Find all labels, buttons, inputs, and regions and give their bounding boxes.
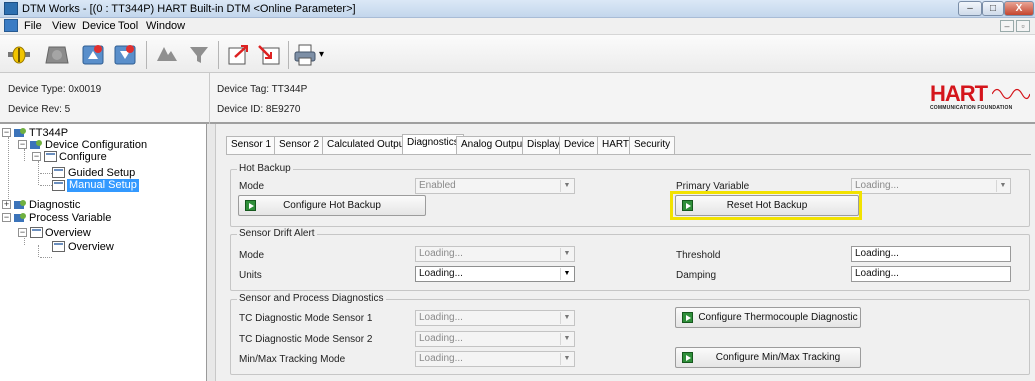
collapse-icon[interactable]: − (2, 213, 11, 222)
pane-splitter[interactable] (207, 124, 216, 381)
device-type-label: Device Type: 0x0019 (8, 84, 102, 95)
minmax-label: Min/Max Tracking Mode (239, 354, 346, 365)
drift-units-label: Units (239, 270, 262, 281)
minmax-select[interactable]: Loading... ▼ (415, 351, 575, 367)
menu-device[interactable]: Device (82, 20, 116, 32)
info-divider (209, 73, 210, 124)
tab-calculated-output[interactable]: Calculated Output (322, 136, 413, 154)
export-icon[interactable] (226, 43, 252, 67)
device-id-label: Device ID: 8E9270 (217, 104, 301, 115)
collapse-icon[interactable]: − (18, 228, 27, 237)
threshold-label: Threshold (676, 250, 721, 261)
sensor-drift-group: Sensor Drift Alert (230, 228, 1030, 291)
menu-tool[interactable]: Tool (118, 20, 138, 32)
tc2-label: TC Diagnostic Mode Sensor 2 (239, 334, 373, 345)
tc2-select[interactable]: Loading... ▼ (415, 331, 575, 347)
tab-security[interactable]: Security (629, 136, 676, 154)
device-off-icon[interactable] (186, 43, 212, 67)
chevron-down-icon: ▼ (996, 180, 1009, 192)
collapse-icon[interactable]: − (2, 128, 11, 137)
chevron-down-icon: ▼ (560, 268, 573, 280)
import-icon[interactable] (256, 43, 282, 67)
download-icon[interactable] (112, 43, 138, 67)
device-icon (14, 128, 26, 137)
tab-sensor-1[interactable]: Sensor 1 (226, 136, 277, 154)
highlight-box (670, 191, 862, 220)
toolbar-separator (218, 41, 219, 69)
chevron-down-icon: ▼ (560, 333, 573, 345)
title-bar: DTM Works - [(0 : TT344P) HART Built-in … (0, 0, 1035, 18)
mdi-document-icon (4, 19, 18, 32)
app-icon (4, 2, 18, 15)
hot-backup-mode-label: Mode (239, 181, 265, 192)
minimize-button[interactable]: – (958, 1, 982, 16)
tab-diagnostics[interactable]: Diagnostics (402, 134, 464, 155)
damping-input[interactable]: Loading... (851, 266, 1011, 282)
tab-border (226, 154, 1031, 155)
tc1-label: TC Diagnostic Mode Sensor 1 (239, 313, 373, 324)
form-icon (52, 180, 65, 191)
main-panel: Sensor 1 Sensor 2 Calculated Output Diag… (216, 124, 1035, 381)
form-icon (52, 167, 65, 178)
damping-label: Damping (676, 270, 717, 281)
form-icon (30, 227, 43, 238)
print-dropdown-icon[interactable]: ▾ (319, 49, 324, 60)
collapse-icon[interactable]: − (18, 140, 27, 149)
sensor-drift-title: Sensor Drift Alert (237, 228, 317, 239)
collapse-icon[interactable]: − (32, 152, 41, 161)
device-icon (30, 140, 42, 149)
menu-view[interactable]: View (52, 20, 76, 32)
hot-backup-title: Hot Backup (237, 163, 293, 174)
print-icon[interactable] (292, 43, 318, 67)
form-icon (52, 241, 65, 252)
configure-hot-backup-button[interactable]: Configure Hot Backup (238, 195, 426, 216)
form-icon (44, 151, 57, 162)
configure-minmax-button[interactable]: Configure Min/Max Tracking (675, 347, 861, 368)
toolbar: ▾ (0, 35, 1035, 73)
chevron-down-icon: ▼ (560, 248, 573, 260)
hot-backup-mode-select[interactable]: Enabled ▼ (415, 178, 575, 194)
menu-bar: File View Device Tool Window – ▫ (0, 18, 1035, 35)
device-tree: − TT344P − Device Configuration − Config… (0, 124, 207, 381)
chevron-down-icon: ▼ (560, 180, 573, 192)
chevron-down-icon: ▼ (560, 353, 573, 365)
hart-logo: HART COMMUNICATION FOUNDATION (930, 83, 1030, 113)
tc1-select[interactable]: Loading... ▼ (415, 310, 575, 326)
play-icon (682, 312, 693, 323)
maximize-button[interactable]: □ (982, 1, 1004, 16)
threshold-input[interactable]: Loading... (851, 246, 1011, 262)
tab-sensor-2[interactable]: Sensor 2 (274, 136, 325, 154)
menu-file[interactable]: File (24, 20, 42, 32)
tab-device[interactable]: Device (559, 136, 600, 154)
drift-mode-select[interactable]: Loading... ▼ (415, 246, 575, 262)
expand-icon[interactable]: + (2, 200, 11, 209)
drift-mode-label: Mode (239, 250, 265, 261)
disconnect-icon[interactable] (44, 43, 70, 67)
configure-thermocouple-button[interactable]: Configure Thermocouple Diagnostic (675, 307, 861, 328)
window-title: DTM Works - [(0 : TT344P) HART Built-in … (22, 3, 356, 15)
device-rev-label: Device Rev: 5 (8, 104, 71, 115)
toolbar-separator (146, 41, 147, 69)
sensor-process-title: Sensor and Process Diagnostics (237, 293, 386, 304)
menu-window[interactable]: Window (146, 20, 185, 32)
hart-wave-icon (992, 88, 1030, 100)
drift-units-select[interactable]: Loading... ▼ (415, 266, 575, 282)
connect-icon[interactable] (6, 43, 32, 67)
upload-icon[interactable] (80, 43, 106, 67)
device-icon (14, 200, 26, 209)
mdi-minimize-button[interactable]: – (1000, 20, 1014, 32)
mdi-restore-button[interactable]: ▫ (1016, 20, 1030, 32)
toolbar-separator (288, 41, 289, 69)
tab-analog-output[interactable]: Analog Output (456, 136, 530, 154)
close-button[interactable]: X (1004, 1, 1034, 16)
device-tag-label: Device Tag: TT344P (217, 84, 308, 95)
device-config-icon[interactable] (154, 43, 180, 67)
device-icon (14, 213, 26, 222)
play-icon (682, 352, 693, 363)
device-info-panel: Device Type: 0x0019 Device Rev: 5 Device… (0, 73, 1035, 124)
chevron-down-icon: ▼ (560, 312, 573, 324)
primary-variable-select[interactable]: Loading... ▼ (851, 178, 1011, 194)
